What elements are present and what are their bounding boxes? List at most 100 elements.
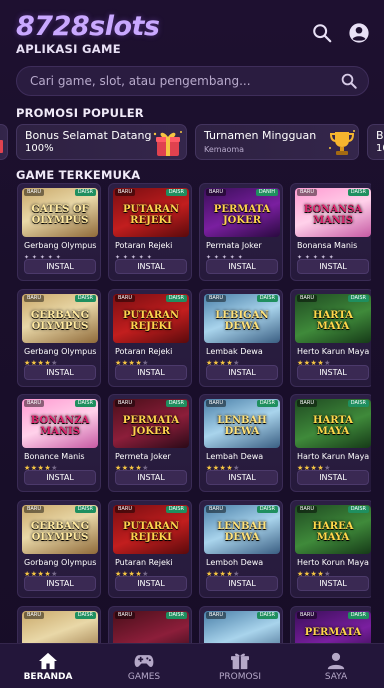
promo-title: Bonus Selamat Datang (25, 129, 152, 142)
game-card[interactable]: BARU DAISR BONANSA MANIS Bonansa Manis ✦ ✦ ✦… (290, 183, 371, 281)
install-button[interactable]: INSTAL (115, 576, 187, 591)
game-thumbnail[interactable]: BARU DAISR LENBAH DEWA (204, 399, 280, 448)
new-badge: BARU (206, 506, 226, 513)
game-title: Lemboh Dewa (206, 558, 264, 567)
new-badge: BARU (24, 400, 44, 407)
new-badge: BARU (24, 612, 44, 619)
game-card[interactable]: BARU DAISR HAREA MAYA Herto Korun Maya ★★★★★… (290, 500, 371, 598)
game-title: Gerbang Olympus (24, 241, 97, 250)
promo-card-weekly-tournament[interactable]: Turnamen Mingguan Kemaoma (195, 124, 359, 160)
gift-icon (231, 653, 249, 670)
game-card[interactable]: BARU DAISR HARTA MAYA Herto Karun Maya ★★★★★… (290, 289, 371, 387)
game-thumbnail[interactable]: BARU DAISR PERMATA JOKER (113, 399, 189, 448)
game-card[interactable]: BARU DANIH PERMATA JOKER Permata Joker ✦ ✦ ✦… (199, 183, 283, 281)
install-button[interactable]: INSTAL (297, 576, 369, 591)
game-card[interactable]: BARU DAISR PUTARAN REJEKI Potaran Rejeki ★★★… (108, 289, 192, 387)
game-thumbnail[interactable]: BARU DAISR HARTA MAYA (295, 399, 371, 448)
game-card[interactable]: BARU DAISR PERMATA JOKER Permeta Joker ★★★★★… (108, 394, 192, 492)
install-button[interactable]: INSTAL (206, 259, 278, 274)
promo-carousel[interactable]: Bonus Selamat Datang 100% Turnamen Mingg… (0, 124, 384, 160)
status-badge: DAISR (256, 506, 278, 513)
game-thumbnail[interactable]: BARU DAISR (204, 611, 280, 643)
install-button[interactable]: INSTAL (24, 259, 96, 274)
game-title: Herto Karun Maya (297, 347, 370, 356)
game-card[interactable]: BARU DAISR HARTA MAYA Harto Karun Maya ★★★★★… (290, 394, 371, 492)
account-icon[interactable] (348, 22, 370, 44)
nav-tab-profile[interactable]: SAYA (288, 644, 384, 688)
status-badge: DAISR (256, 612, 278, 619)
game-card[interactable]: BARU DAISR GERBANG OLYMPUS Gerbang Olympus ★… (17, 289, 101, 387)
promo-subtitle: 100% (25, 143, 54, 154)
game-thumbnail[interactable]: BARU DAISR GERBANG OLYMPUS (22, 505, 98, 554)
game-thumbnail[interactable]: BARU DAISR HARTA MAYA (295, 294, 371, 343)
new-badge: BARU (297, 612, 317, 619)
install-button[interactable]: INSTAL (206, 576, 278, 591)
game-thumbnail[interactable]: BARU DAISR PERMATA (295, 611, 371, 643)
install-button[interactable]: INSTAL (206, 470, 278, 485)
game-thumbnail[interactable]: BARU DAISR BONANSA MANIS (295, 188, 371, 237)
promo-card-partial[interactable] (0, 124, 8, 160)
game-title: Gorbang Olympus (24, 558, 97, 567)
game-card[interactable]: BARU DAISR PERMATA (290, 606, 371, 643)
nav-tab-promotions[interactable]: PROMOSI (192, 644, 288, 688)
search-placeholder: Cari game, slot, atau pengembang... (30, 74, 251, 88)
game-thumbnail[interactable]: BARU DAISR (22, 611, 98, 643)
game-logo-text: PUTARAN REJEKI (122, 521, 180, 543)
promo-card-partial[interactable]: Bu 10 (367, 124, 384, 160)
search-icon[interactable] (340, 72, 358, 90)
install-button[interactable]: INSTAL (115, 259, 187, 274)
app-header: 8728slots APLIKASI GAME (0, 0, 384, 62)
promo-card-welcome-bonus[interactable]: Bonus Selamat Datang 100% (16, 124, 187, 160)
game-card[interactable]: BARU DAISR LENBAH DEWA Lembah Dewa ★★★★★ INST… (199, 394, 283, 492)
game-thumbnail[interactable]: BARU DAISR GATES OF OLYMPUS (22, 188, 98, 237)
install-button[interactable]: INSTAL (24, 576, 96, 591)
game-thumbnail[interactable]: BARU DAISR LEBIGAN DEWA (204, 294, 280, 343)
game-card[interactable]: BARU DAISR GERBANG OLYMPUS Gorbang Olympus ★… (17, 500, 101, 598)
install-button[interactable]: INSTAL (297, 365, 369, 380)
nav-tab-games[interactable]: GAMES (96, 644, 192, 688)
game-card[interactable]: BARU DAISR PUTARAN REJEKI Potaran Rejeki ✦ ✦… (108, 183, 192, 281)
game-title: Bonance Manis (24, 452, 85, 461)
game-thumbnail[interactable]: BARU DANIH PERMATA JOKER (204, 188, 280, 237)
game-thumbnail[interactable]: BARU DAISR HAREA MAYA (295, 505, 371, 554)
game-card[interactable]: BARU DAISR GATES OF OLYMPUS Gerbang Olympus… (17, 183, 101, 281)
game-title: Potaran Rejeki (115, 347, 173, 356)
game-thumbnail[interactable]: BARU DAISR PUTARAN REJEKI (113, 188, 189, 237)
game-card[interactable]: BARU DAISR (199, 606, 283, 643)
game-card[interactable]: BARU DAISR (108, 606, 192, 643)
install-button[interactable]: INSTAL (297, 259, 369, 274)
nav-tab-home[interactable]: BERANDA (0, 644, 96, 688)
status-badge: DANIH (255, 189, 278, 196)
game-thumbnail[interactable]: BARU DAISR (113, 611, 189, 643)
new-badge: BARU (297, 295, 317, 302)
install-button[interactable]: INSTAL (24, 365, 96, 380)
game-logo-text: HARTA MAYA (313, 310, 353, 332)
game-thumbnail[interactable]: BARU DAISR PUTARAN REJEKI (113, 505, 189, 554)
install-button[interactable]: INSTAL (24, 470, 96, 485)
app-subtitle: APLIKASI GAME (16, 42, 121, 56)
status-badge: DAISR (347, 400, 369, 407)
install-button[interactable]: INSTAL (206, 365, 278, 380)
game-card[interactable]: BARU DAISR LEBIGAN DEWA Lembak Dewa ★★★★★ INS… (199, 289, 283, 387)
game-logo-text: GERBANG OLYMPUS (30, 310, 90, 332)
game-card[interactable]: BARU DAISR LENBAH DEWA Lemboh Dewa ★★★★★ INST… (199, 500, 283, 598)
game-thumbnail[interactable]: BARU DAISR BONANZA MANIS (22, 399, 98, 448)
install-button[interactable]: INSTAL (297, 470, 369, 485)
game-logo-text: PERMATA JOKER (213, 204, 271, 226)
install-button[interactable]: INSTAL (115, 470, 187, 485)
game-card[interactable]: BARU DAISR BONANZA MANIS Bonance Manis ★★★★★… (17, 394, 101, 492)
search-input[interactable]: Cari game, slot, atau pengembang... (16, 66, 369, 96)
game-card[interactable]: BARU DAISR (17, 606, 101, 643)
status-badge: DAISR (165, 612, 187, 619)
game-thumbnail[interactable]: BARU DAISR PUTARAN REJEKI (113, 294, 189, 343)
brand-logo: 8728slots (16, 11, 160, 42)
promo-subtitle: Kemaoma (204, 145, 245, 154)
game-thumbnail[interactable]: BARU DAISR GERBANG OLYMPUS (22, 294, 98, 343)
new-badge: BARU (115, 506, 135, 513)
status-badge: DAISR (74, 506, 96, 513)
install-button[interactable]: INSTAL (115, 365, 187, 380)
game-title: Potaran Rejeki (115, 241, 173, 250)
game-thumbnail[interactable]: BARU DAISR LENBAH DEWA (204, 505, 280, 554)
game-card[interactable]: BARU DAISR PUTARAN REJEKI Putaran Rejeki ★★★… (108, 500, 192, 598)
search-icon[interactable] (311, 22, 333, 44)
